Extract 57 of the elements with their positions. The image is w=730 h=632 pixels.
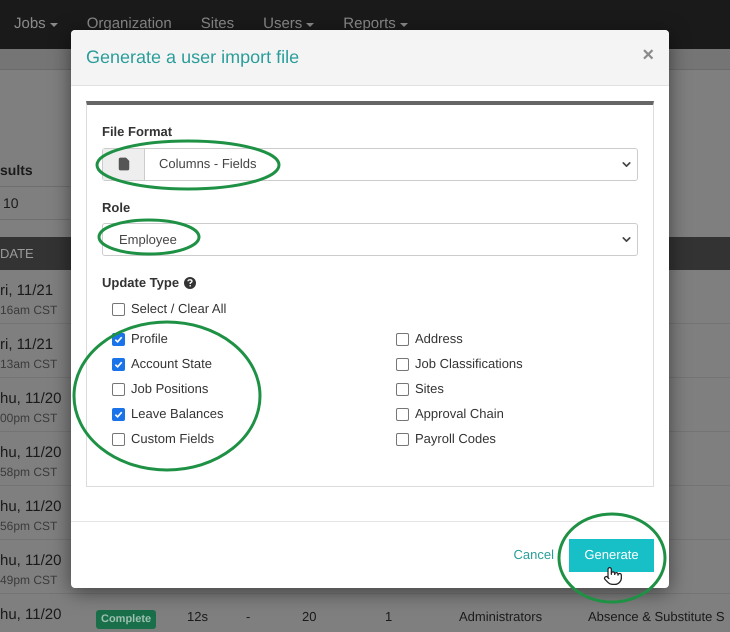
table-cell-text: 58pm CST bbox=[0, 464, 58, 481]
generate-button[interactable]: Generate bbox=[569, 538, 654, 572]
table-cell: 12s bbox=[187, 609, 208, 624]
table-cell-text: hu, 11/20 bbox=[0, 443, 62, 463]
help-icon[interactable] bbox=[184, 276, 196, 289]
checkbox[interactable] bbox=[396, 408, 409, 420]
checkbox-label: Approval Chain bbox=[415, 405, 504, 424]
checkbox-label: Address bbox=[415, 330, 463, 348]
checkbox-label: Sites bbox=[415, 380, 444, 398]
checkbox-label: Job Classifications bbox=[415, 355, 523, 374]
checkbox-label: Leave Balances bbox=[131, 405, 224, 424]
checkbox[interactable] bbox=[396, 382, 409, 396]
table-cell-text: hu, 11/20 bbox=[0, 551, 62, 571]
checkbox-label: Account State bbox=[131, 355, 212, 374]
column-header: DATE bbox=[0, 244, 34, 263]
checkbox[interactable] bbox=[112, 382, 125, 396]
checkbox[interactable] bbox=[396, 432, 409, 446]
table-cell-text: 00pm CST bbox=[0, 410, 58, 427]
file-format-select[interactable]: Columns - Fields bbox=[102, 148, 638, 180]
caret-icon bbox=[50, 22, 58, 26]
table-cell-text: hu, 11/20 bbox=[0, 389, 62, 409]
results-heading: sults bbox=[0, 161, 33, 180]
table-cell: 1 bbox=[385, 609, 392, 624]
table-cell: Absence & Substitute S bbox=[588, 609, 725, 624]
field-label: Update Type bbox=[102, 274, 180, 292]
checkbox-label: Custom Fields bbox=[131, 430, 214, 448]
field-label: File Format bbox=[102, 123, 172, 141]
field-label: Role bbox=[102, 198, 130, 216]
checkbox[interactable] bbox=[112, 302, 125, 316]
checkbox-label: Payroll Codes bbox=[415, 430, 496, 448]
status-badge: Complete bbox=[96, 610, 156, 628]
checkbox-label: Job Positions bbox=[131, 380, 208, 398]
role-select[interactable]: Employee bbox=[102, 223, 638, 256]
checkbox[interactable] bbox=[396, 332, 409, 346]
table-cell-text: hu, 11/20 bbox=[0, 497, 62, 517]
checkbox[interactable] bbox=[112, 408, 125, 420]
table-cell-text: 49pm CST bbox=[0, 572, 58, 589]
table-cell-text: ri, 11/21 bbox=[0, 335, 54, 355]
table-cell-text: hu, 11/20 bbox=[0, 605, 62, 625]
results-count: 10 bbox=[3, 194, 19, 212]
cancel-link[interactable]: Cancel bbox=[514, 545, 554, 565]
file-icon bbox=[116, 157, 130, 171]
dialog-title: Generate a user import file bbox=[86, 46, 300, 69]
table-cell: - bbox=[246, 609, 250, 624]
table-cell-text: ri, 11/21 bbox=[0, 281, 54, 301]
checkbox[interactable] bbox=[112, 358, 125, 370]
table-cell: 20 bbox=[302, 609, 316, 624]
close-button[interactable]: × bbox=[642, 44, 654, 64]
nav-link[interactable]: Jobs bbox=[14, 13, 58, 36]
checkbox[interactable] bbox=[396, 358, 409, 370]
checkbox-label: Select / Clear All bbox=[131, 300, 226, 318]
table-cell-text: 16am CST bbox=[0, 302, 58, 319]
table-cell: Administrators bbox=[459, 609, 542, 624]
table-cell-text: 56pm CST bbox=[0, 518, 58, 535]
checkbox[interactable] bbox=[112, 432, 125, 446]
checkbox-label: Profile bbox=[131, 330, 168, 348]
table-cell-text: 13am CST bbox=[0, 356, 58, 373]
